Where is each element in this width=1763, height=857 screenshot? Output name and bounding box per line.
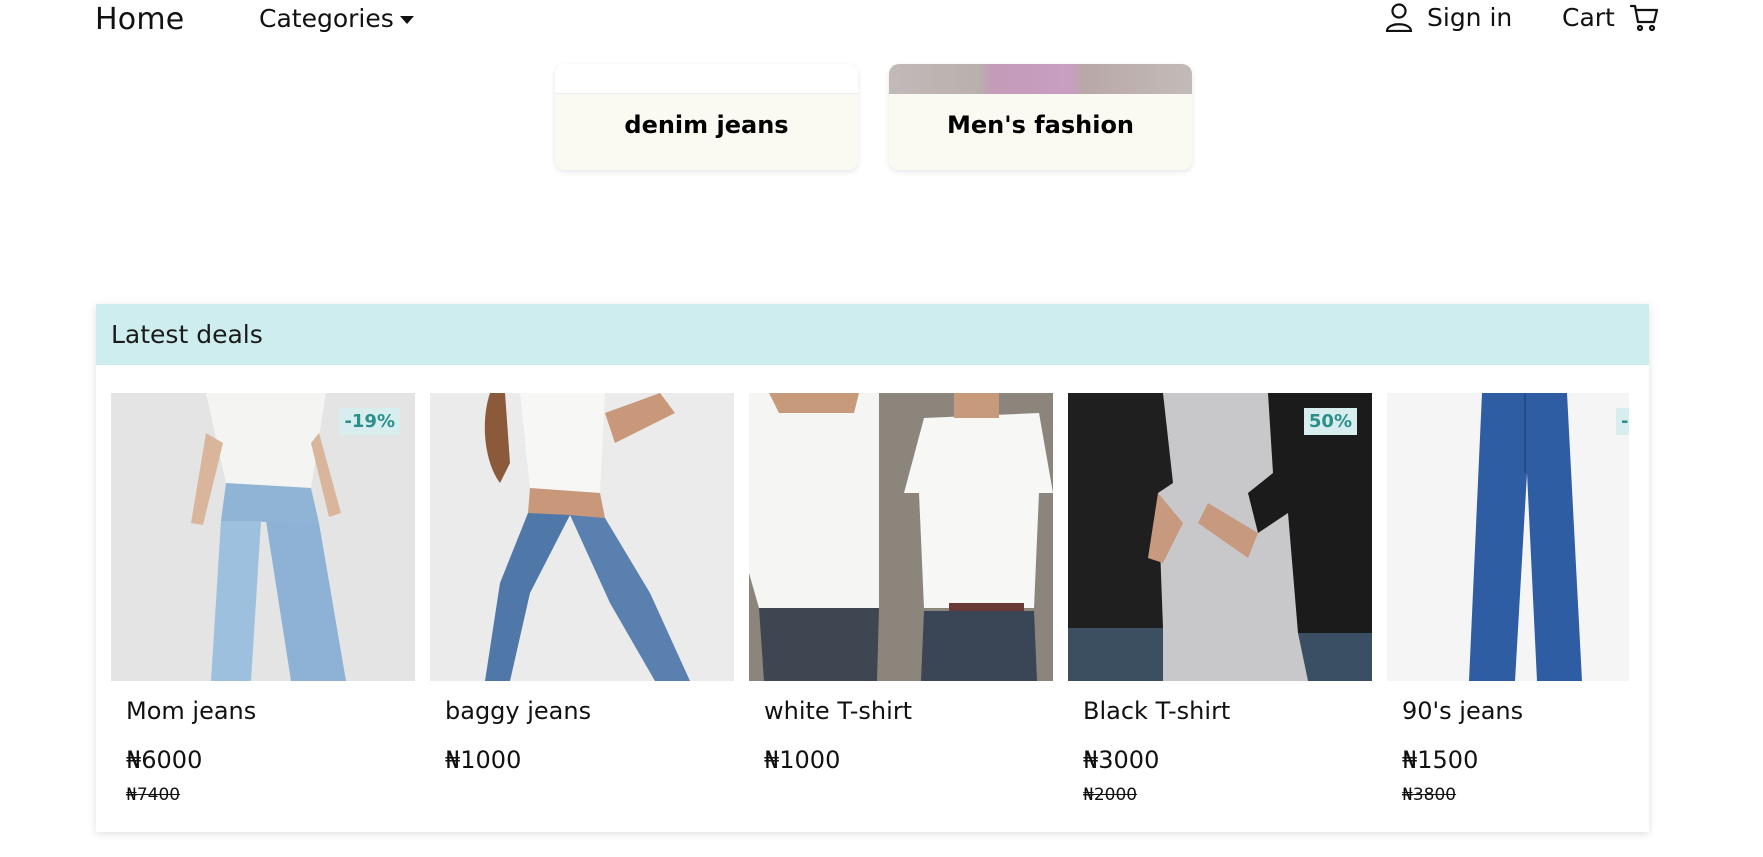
deals-carousel[interactable]: -19% Mom jeans ₦6000 ₦7400 baggy jeans ₦… [111,393,1629,813]
nav-cart-link[interactable]: Cart [1562,2,1659,32]
nav-categories-label: Categories [259,4,394,33]
cart-icon [1629,2,1659,32]
product-card-baggy-jeans[interactable]: baggy jeans ₦1000 [430,393,734,813]
product-card-white-tshirt[interactable]: white T-shirt ₦1000 [749,393,1053,813]
deals-header: Latest deals [96,304,1649,365]
product-name: Mom jeans [126,697,257,725]
product-card-90s-jeans[interactable]: - 90's jeans ₦1500 ₦3800 [1387,393,1629,813]
product-card-mom-jeans[interactable]: -19% Mom jeans ₦6000 ₦7400 [111,393,415,813]
product-name: Black T-shirt [1083,697,1231,725]
product-image: -19% [111,393,415,681]
category-image [889,64,1192,94]
product-price: ₦1500 [1402,746,1479,774]
caret-down-icon [399,15,414,24]
product-price: ₦1000 [764,746,841,774]
product-card-black-tshirt[interactable]: 50% Black T-shirt ₦3000 ₦2000 [1068,393,1372,813]
product-image [749,393,1053,681]
category-label: denim jeans [624,111,789,139]
category-card-denim-jeans[interactable]: denim jeans [555,64,858,170]
category-card-mens-fashion[interactable]: Men's fashion [889,64,1192,170]
product-name: 90's jeans [1402,697,1524,725]
product-old-price: ₦7400 [126,785,181,805]
category-label: Men's fashion [946,111,1135,139]
product-image: 50% [1068,393,1372,681]
product-old-price: ₦2000 [1083,785,1138,805]
nav-sign-in-link[interactable]: Sign in [1385,2,1512,32]
product-name: white T-shirt [764,697,913,725]
nav-categories-dropdown[interactable]: Categories [259,4,414,33]
product-price: ₦6000 [126,746,203,774]
product-image [430,393,734,681]
product-old-price: ₦3800 [1402,785,1457,805]
nav-sign-in-label: Sign in [1427,2,1513,32]
product-name: baggy jeans [445,697,592,725]
discount-badge: 50% [1303,408,1357,435]
product-price: ₦1000 [445,746,522,774]
discount-badge: -19% [339,408,400,435]
product-price: ₦3000 [1083,746,1160,774]
category-image [555,64,858,94]
user-icon [1385,2,1413,32]
nav-home-link[interactable]: Home [95,2,184,37]
nav-cart-label: Cart [1562,2,1615,32]
discount-badge: - [1616,408,1629,435]
navbar: Home Categories Sign in Cart [0,0,1763,40]
latest-deals-section: Latest deals -19% Mom jeans ₦6000 ₦7400 [96,304,1649,832]
product-image: - [1387,393,1629,681]
